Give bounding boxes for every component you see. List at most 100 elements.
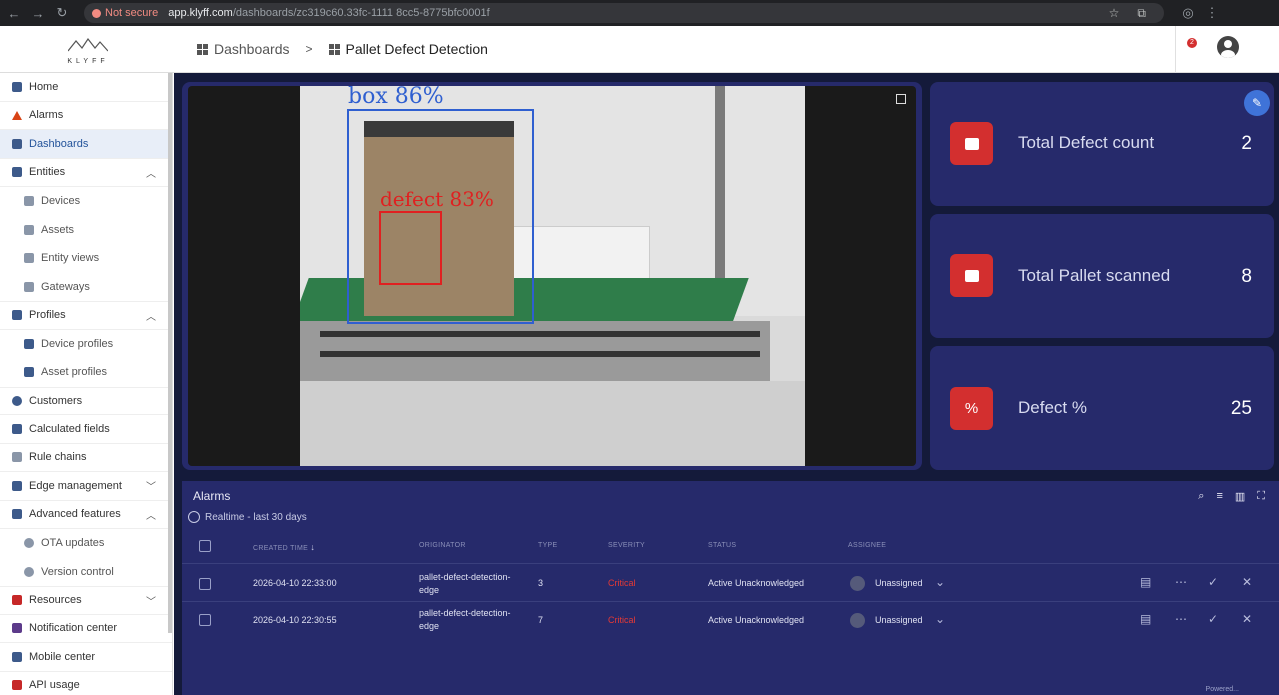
edge-icon	[12, 480, 22, 491]
not-secure-badge[interactable]: Not secure	[92, 7, 158, 19]
sidebar-item-home[interactable]: Home	[0, 73, 172, 102]
stat-value: 25	[1230, 398, 1252, 419]
column-header-assignee[interactable]: ASSIGNEE	[848, 542, 886, 549]
user-avatar[interactable]	[1217, 36, 1239, 58]
edit-dashboard-button[interactable]: ✎	[1244, 90, 1270, 116]
stat-label: Defect %	[1018, 398, 1087, 417]
acknowledge-check-icon[interactable]: ✓	[1208, 612, 1218, 626]
sidebar-item-ota-updates[interactable]: OTA updates	[0, 529, 172, 558]
sidebar-item-device-profiles[interactable]: Device profiles	[0, 330, 172, 359]
sidebar-item-gateways[interactable]: Gateways	[0, 273, 172, 302]
notification-count-badge: 2	[1187, 38, 1197, 48]
assignee-avatar-icon	[850, 613, 865, 628]
comment-icon[interactable]: ▤	[1140, 612, 1151, 626]
alarm-warning-icon	[12, 110, 22, 120]
bookmark-star-icon[interactable]: ☆	[1109, 6, 1120, 21]
cell-assignee[interactable]: Unassigned	[875, 577, 923, 590]
clock-icon	[188, 511, 200, 523]
sidebar-item-asset-profiles[interactable]: Asset profiles	[0, 358, 172, 387]
column-header-type[interactable]: TYPE	[538, 542, 557, 549]
column-header-severity[interactable]: SEVERITY	[608, 542, 645, 549]
cell-originator: pallet-defect-detection-edge	[419, 607, 511, 633]
mobile-icon	[12, 651, 22, 662]
breadcrumb-separator: >	[305, 42, 313, 56]
conveyor-frame	[300, 321, 770, 381]
cell-severity: Critical	[608, 615, 636, 625]
forward-icon[interactable]: →	[28, 6, 48, 21]
camera-widget: box 86% defect 83%	[182, 82, 922, 470]
timewindow-button[interactable]: Realtime - last 30 days	[188, 511, 307, 523]
alarms-title: Alarms	[193, 489, 231, 503]
sidebar-item-mobile-center[interactable]: Mobile center	[0, 643, 172, 672]
sidebar-item-alarms[interactable]: Alarms	[0, 102, 172, 130]
sidebar-item-notification-center[interactable]: Notification center	[0, 615, 172, 643]
column-header-originator[interactable]: ORIGINATOR	[419, 542, 466, 549]
column-header-created-time[interactable]: CREATED TIME ↓	[253, 542, 315, 552]
sidebar-scrollbar[interactable]	[168, 73, 172, 633]
sidebar-item-devices[interactable]: Devices	[0, 187, 172, 216]
chevron-down-icon[interactable]: ⌄	[935, 575, 945, 589]
column-header-status[interactable]: STATUS	[708, 542, 736, 549]
dashboards-icon	[12, 138, 22, 149]
sidebar-item-entities[interactable]: Entities ︿	[0, 159, 172, 187]
chevron-up-icon: ︿	[146, 510, 156, 522]
breadcrumb-current: Pallet Defect Detection	[345, 41, 488, 57]
row-checkbox[interactable]	[199, 578, 211, 590]
stat-label: Total Defect count	[1018, 133, 1155, 152]
sidebar-item-edge-management[interactable]: Edge management ﹀	[0, 472, 172, 501]
cell-assignee[interactable]: Unassigned	[875, 614, 923, 627]
pallet-icon-glyph	[964, 269, 979, 282]
clear-close-icon[interactable]: ✕	[1242, 575, 1252, 589]
klyff-logo[interactable]: KLYFF	[66, 37, 110, 65]
entities-icon	[12, 167, 22, 178]
profiles-icon	[12, 310, 22, 321]
sidebar-item-version-control[interactable]: Version control	[0, 558, 172, 587]
camera-feed: box 86% defect 83%	[188, 86, 916, 466]
cell-status: Active Unacknowledged	[708, 578, 805, 588]
clear-close-icon[interactable]: ✕	[1242, 612, 1252, 626]
cell-created-time: 2026-04-10 22:33:00	[253, 578, 337, 588]
sidebar-item-api-usage[interactable]: API usage	[0, 672, 172, 695]
notifications-button[interactable]: 2	[1187, 38, 1203, 56]
breadcrumb-dashboards[interactable]: Dashboards	[214, 41, 290, 57]
back-icon[interactable]: ←	[4, 6, 24, 21]
sidebar-item-rule-chains[interactable]: Rule chains	[0, 444, 172, 472]
conveyor-rail	[320, 351, 760, 357]
chevron-down-icon[interactable]: ⌄	[935, 612, 945, 626]
fullscreen-icon[interactable]: ⛶	[1257, 490, 1265, 503]
api-usage-icon	[12, 680, 22, 691]
sidebar-item-calculated-fields[interactable]: Calculated fields	[0, 415, 172, 444]
search-icon[interactable]: ⌕	[1198, 490, 1204, 503]
acknowledge-check-icon[interactable]: ✓	[1208, 575, 1218, 589]
address-bar[interactable]: Not secure app.klyff.com/dashboards/zc31…	[84, 3, 1164, 23]
cell-originator: pallet-defect-detection-edge	[419, 571, 511, 597]
more-icon[interactable]: ⋮	[1202, 5, 1222, 21]
stat-value: 8	[1241, 266, 1252, 287]
cell-type: 3	[538, 578, 544, 588]
row-checkbox[interactable]	[199, 614, 211, 626]
devices-icon	[24, 196, 34, 207]
sidebar-item-resources[interactable]: Resources ﹀	[0, 586, 172, 615]
notification-center-icon	[12, 623, 22, 634]
sidebar-item-profiles[interactable]: Profiles ︿	[0, 301, 172, 330]
sidebar-item-customers[interactable]: Customers	[0, 386, 172, 415]
comment-icon[interactable]: ▤	[1140, 575, 1151, 589]
fullscreen-icon[interactable]	[896, 94, 906, 104]
sidebar-item-dashboards[interactable]: Dashboards	[0, 130, 172, 159]
pallet-icon-glyph	[964, 137, 979, 150]
reload-icon[interactable]: ↻	[52, 5, 72, 21]
sidebar-item-assets[interactable]: Assets	[0, 216, 172, 245]
extensions-icon[interactable]: ⧉	[1137, 6, 1146, 21]
filter-icon[interactable]: ≡	[1216, 490, 1222, 503]
chevron-up-icon: ︿	[146, 311, 156, 323]
sidebar-item-entity-views[interactable]: Entity views	[0, 244, 172, 273]
select-all-checkbox[interactable]	[199, 540, 211, 552]
stat-card-pallet-scanned: Total Pallet scanned 8	[930, 214, 1274, 338]
more-horizontal-icon[interactable]: ⋯	[1175, 575, 1187, 589]
more-horizontal-icon[interactable]: ⋯	[1175, 612, 1187, 626]
cell-originator-line2: edge	[419, 585, 440, 595]
scene-floor	[300, 381, 805, 466]
globe-icon[interactable]: ◎	[1178, 5, 1198, 21]
sidebar-item-advanced-features[interactable]: Advanced features ︿	[0, 501, 172, 529]
columns-icon[interactable]: ▥	[1235, 490, 1245, 503]
